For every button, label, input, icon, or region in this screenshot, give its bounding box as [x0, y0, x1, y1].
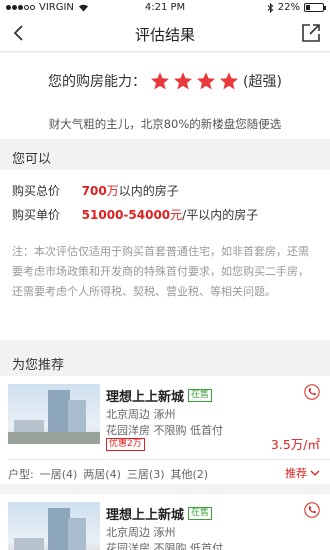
- you-can-panel: 购买总价 700万以内的房子 购买单价 51000-54000元/平以内的房子 …: [0, 170, 330, 340]
- recommend-label: 推荐: [285, 467, 307, 480]
- phone-button[interactable]: [304, 384, 320, 400]
- listing-photo: [8, 384, 100, 444]
- unit-price-label: 购买单价: [12, 208, 61, 222]
- listing-location: 北京周边 涿州: [106, 408, 176, 421]
- divider: [8, 459, 330, 460]
- unit-type-item[interactable]: 两居(4): [83, 466, 121, 482]
- listing-price: 3.5万/㎡: [270, 437, 320, 452]
- unit-types-label: 户型:: [8, 468, 34, 481]
- recommend-toggle[interactable]: 推荐: [285, 465, 320, 481]
- unit-type-item[interactable]: 一居(4): [40, 466, 78, 482]
- total-price-label: 购买总价: [12, 184, 61, 198]
- unit-price-suffix: /平以内的房子: [182, 208, 259, 222]
- listing-status-badge: 在售: [188, 389, 213, 402]
- battery-percent: 22%: [277, 2, 300, 13]
- ability-description: 财大气粗的主儿，北京80%的新楼盘您随便选: [48, 117, 282, 131]
- star-icon: [220, 72, 239, 90]
- page-title: 评估结果: [134, 26, 195, 44]
- ability-label: 您的购房能力：: [48, 74, 147, 90]
- status-bar: VIRGIN 4:21 PM 22%: [0, 0, 330, 16]
- section-title-you-can: 您可以: [0, 140, 330, 170]
- unit-type-item[interactable]: 其他(2): [171, 466, 209, 482]
- section-title-recommend: 为您推荐: [0, 346, 330, 376]
- listing-name: 理想上上新城: [106, 508, 185, 523]
- listing-status-badge: 在售: [188, 507, 213, 520]
- share-button[interactable]: [300, 22, 322, 44]
- unit-type-item[interactable]: 三居(3): [127, 466, 165, 482]
- ability-rating-text: (超强): [243, 74, 282, 90]
- disclaimer-note: 注：本次评估仅适用于购买首套普通住宅，如非首套房，还需要考虑市场政策和开发商的特…: [12, 245, 309, 298]
- star-icon: [151, 72, 170, 90]
- total-price-value: 700: [81, 184, 107, 198]
- total-price-row: 购买总价 700万以内的房子: [12, 182, 179, 199]
- listing-name-row: 理想上上新城 在售: [106, 504, 213, 523]
- star-icon: [197, 72, 216, 90]
- listing-promo-badge: 优惠2万: [106, 438, 145, 451]
- listing-features: 花园洋房 不限购 低首付: [106, 542, 223, 550]
- rating-stars: [150, 71, 239, 91]
- total-price-suffix: 以内的房子: [118, 184, 179, 198]
- battery-icon: [304, 3, 326, 12]
- unit-price-unit: 元: [170, 208, 183, 222]
- listing-name-row: 理想上上新城 在售: [106, 386, 213, 405]
- unit-types-row: 户型: 一居(4) 两居(4) 三居(3) 其他(2): [8, 466, 208, 482]
- phone-button[interactable]: [304, 502, 320, 518]
- nav-bar: 评估结果: [0, 16, 330, 52]
- total-price-unit: 万: [106, 184, 119, 198]
- listing-card[interactable]: 理想上上新城 在售 北京周边 涿州 花园洋房 不限购 低首付: [0, 494, 330, 550]
- unit-price-row: 购买单价 51000-54000元/平以内的房子: [12, 206, 258, 223]
- listing-card[interactable]: 理想上上新城 在售 北京周边 涿州 花园洋房 不限购 低首付 优惠2万 3.5万…: [0, 376, 330, 484]
- listing-photo: [8, 502, 100, 550]
- ability-panel: 您的购房能力： (超强) 财大气粗的主儿，北京80%的新楼盘您随便选: [0, 53, 330, 139]
- chevron-down-icon: [310, 470, 320, 476]
- unit-price-value: 51000-54000: [81, 208, 171, 222]
- listing-features: 花园洋房 不限购 低首付: [106, 424, 223, 437]
- bluetooth-icon: [267, 2, 273, 13]
- star-icon: [174, 72, 193, 90]
- listing-name: 理想上上新城: [106, 390, 185, 405]
- listing-location: 北京周边 涿州: [106, 526, 176, 539]
